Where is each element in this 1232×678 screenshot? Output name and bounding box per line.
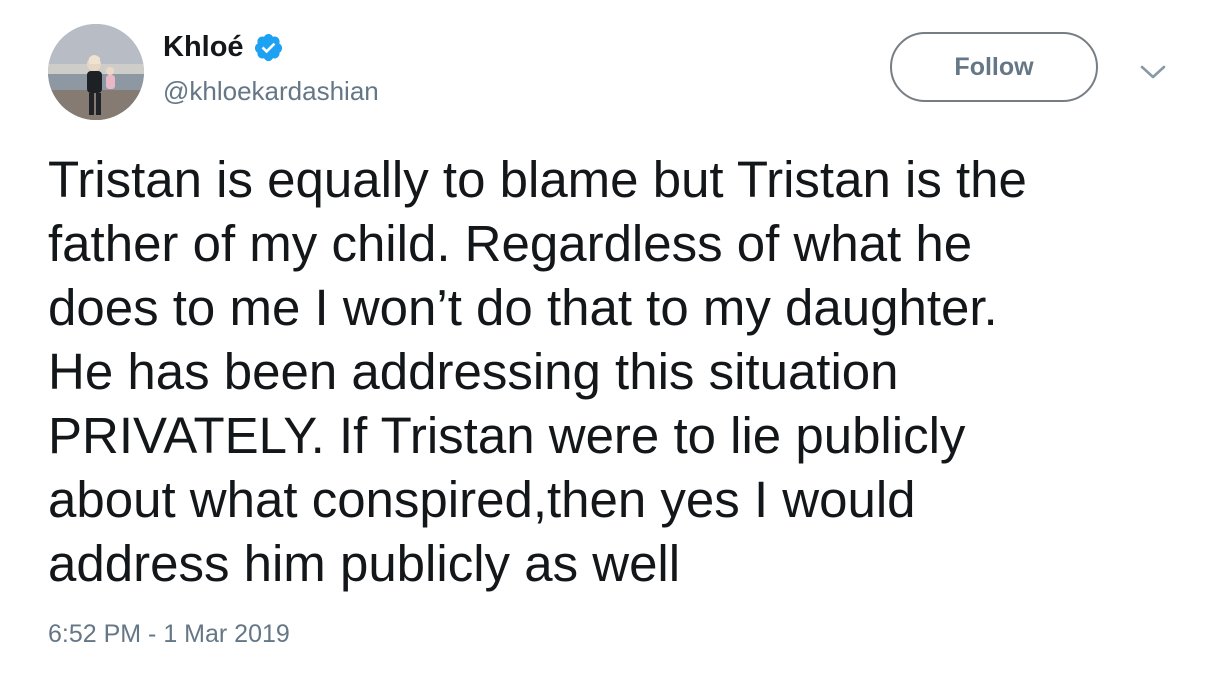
- avatar[interactable]: [48, 24, 144, 120]
- author-name-row: Khloé: [163, 28, 284, 66]
- follow-button[interactable]: Follow: [890, 32, 1098, 102]
- tweet-text-line: does to me I won’t do that to my daughte…: [48, 279, 998, 336]
- tweet-card: Khloé @khloekardashian Follow Tristan is…: [0, 0, 1232, 678]
- tweet-text-line: address him publicly as well: [48, 535, 681, 592]
- tweet-text-line: about what conspired,then yes I would: [48, 471, 916, 528]
- author-handle[interactable]: @khloekardashian: [163, 76, 379, 107]
- verified-badge-icon: [253, 32, 284, 63]
- chevron-down-icon[interactable]: [1139, 60, 1167, 84]
- tweet-timestamp[interactable]: 6:52 PM - 1 Mar 2019: [48, 620, 290, 649]
- tweet-text-line: He has been addressing this situation: [48, 343, 899, 400]
- tweet-text: Tristan is equally to blame but Tristan …: [48, 148, 1188, 596]
- tweet-text-line: father of my child. Regardless of what h…: [48, 215, 973, 272]
- author-display-name[interactable]: Khloé: [163, 31, 244, 64]
- tweet-text-line: PRIVATELY. If Tristan were to lie public…: [48, 407, 966, 464]
- avatar-photo: [48, 24, 144, 120]
- tweet-text-line: Tristan is equally to blame but Tristan …: [48, 151, 1027, 208]
